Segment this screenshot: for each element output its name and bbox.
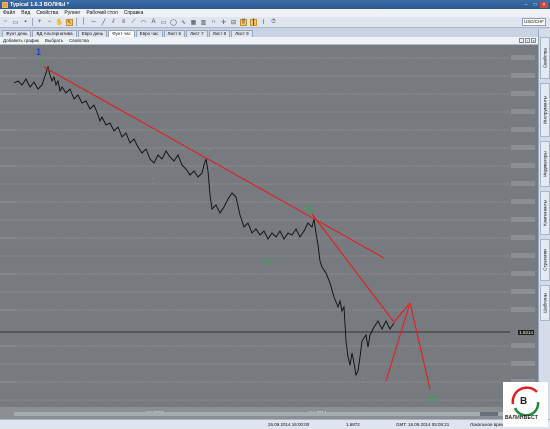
wave-markers: ◦ ◦ ◦ ◦ [152,147,410,382]
svg-text:◦: ◦ [208,147,210,153]
grid-icon[interactable]: ▦ [190,19,197,26]
fan-icon[interactable]: ⟋ [130,19,137,26]
ruler-icon[interactable]: ⊟ [230,19,237,26]
cursor-icon[interactable]: ↖ [66,18,73,26]
menu-desktop[interactable]: Рабочий стол [86,10,117,16]
select-button[interactable]: Выбрать [45,38,63,43]
vertical-line-icon[interactable]: │ [80,19,87,26]
tab-2[interactable]: Евро день [77,30,108,37]
wave-label-1: 1 [36,47,41,57]
text-icon[interactable]: A [150,19,157,26]
toolbar-divider [76,18,77,26]
status-datetime: 26.09.2014 16:00:00 [268,422,310,427]
tab-5[interactable]: Лист 6 [163,30,186,37]
crosshair-icon[interactable]: ✛ [220,19,227,26]
svg-text:◦: ◦ [152,176,154,182]
right-price-scale [511,55,535,402]
chart-scrollbar[interactable] [14,412,509,416]
line-chart-icon[interactable]: ⌇ [260,19,267,26]
tab-0[interactable]: Фунт день [2,30,32,37]
sidebar-tab-components[interactable]: Компоненты [540,191,550,235]
maximize-icon[interactable]: □ [531,2,539,8]
svg-text:◦: ◦ [408,303,410,309]
status-gmt: GMT: 16.09.2014 05:05:21 [396,422,450,427]
layout-icon[interactable]: ▥ [200,19,207,26]
svg-text:◦: ◦ [362,376,364,382]
svg-text:B: B [520,396,527,407]
close-chart-icon[interactable]: × [531,38,536,43]
candle-icon[interactable]: ┃ [250,18,257,26]
title-bar: Typical 1.6.3 BOЛHЫ * – □ × [0,0,550,9]
chart-canvas[interactable]: ◦ ◦ ◦ ◦ 1 5 2/B 1/A 3/C авг 2014 сен 201… [0,45,538,419]
restore-chart-icon[interactable]: ▫ [525,38,530,43]
open-icon[interactable]: ▭ [12,19,19,26]
logo-mark-icon: B [511,386,540,417]
bar-chart-icon[interactable]: ⫼ [240,18,247,26]
menu-view[interactable]: Вид [21,10,30,16]
menu-file[interactable]: Файл [3,10,15,16]
symbol-select[interactable]: USD/CHF [522,18,546,26]
horizontal-line-icon[interactable]: ─ [90,19,97,26]
app-icon [2,1,8,8]
status-bar: 26.09.2014 16:00:00 1.6872 GMT: 16.09.20… [0,419,550,429]
tab-4[interactable]: Евро час [135,30,163,37]
projection-up [385,302,411,382]
close-icon[interactable]: × [540,1,548,8]
sidebar-tab-tools[interactable]: Инструменты [540,83,550,137]
sidebar-tab-strategies[interactable]: Стратегии [540,239,550,281]
price-series [13,65,395,377]
price-chart[interactable]: ◦ ◦ ◦ ◦ 1 5 2/B 1/A 3/C авг 2014 сен 201… [0,45,538,419]
menu-ruling[interactable]: Рулинг [64,10,80,16]
zoom-in-icon[interactable]: + [36,19,43,26]
save-icon[interactable]: ▪ [22,19,29,26]
window-title: Typical 1.6.3 BOЛHЫ * [10,1,69,8]
sidebar-tab-indicators[interactable]: Индикаторы [540,141,550,187]
status-price: 1.6872 [346,422,360,427]
trend-lines [43,66,431,390]
wave-label-1a: 1/A [262,258,273,265]
channel-icon[interactable]: ⫽ [110,19,117,26]
channel-line [311,213,395,323]
tab-3[interactable]: Фунт час [108,30,135,37]
logo-text: ВАЛИНВЕСТ [505,415,539,421]
menu-bar: Файл Вид Свойства Рулинг Рабочий стол Сп… [0,9,550,17]
tab-7[interactable]: Лист 8 [208,30,231,37]
ellipse-icon[interactable]: ◯ [170,19,177,26]
properties-button[interactable]: Свойства [69,38,89,43]
trend-line-icon[interactable]: ╱ [100,19,107,26]
brand-logo: B ВАЛИНВЕСТ [503,382,548,427]
zoom-out-icon[interactable]: − [46,19,53,26]
menu-help[interactable]: Справка [124,10,144,16]
wave-label-2b: 2/B [304,206,315,213]
grid-horizontal [0,57,510,401]
sidebar-tab-templates[interactable]: Шаблоны [540,285,550,321]
minimize-chart-icon[interactable]: _ [519,38,524,43]
menu-properties[interactable]: Свойства [36,10,58,16]
sheet-tabs: Фунт день ВД Альтернатива Евро день Фунт ча… [0,29,538,37]
minimize-icon[interactable]: – [522,2,530,8]
tab-6[interactable]: Лист 7 [186,30,208,37]
wave-label-3c: 3/C [428,396,439,403]
wave-icon[interactable]: ∿ [180,19,187,26]
upper-trend-line [43,66,385,259]
magnet-icon[interactable]: ∩ [210,19,217,26]
tab-8[interactable]: Лист 9 [231,30,253,37]
arc-icon[interactable]: ◠ [140,19,147,26]
scrollbar-thumb[interactable] [480,412,498,416]
timeframe-icon[interactable]: ⏱ [270,19,277,26]
chart-toolbar: Добавить график Выбрать Свойства _ ▫ × [0,37,538,45]
sidebar-tab-properties[interactable]: Свойства [540,37,550,79]
add-chart-button[interactable]: Добавить график [3,38,39,43]
fibo-icon[interactable]: ≡ [120,19,127,26]
rectangle-icon[interactable]: ▭ [160,19,167,26]
toolbar: ▫ ▭ ▪ + − ✋ ↖ │ ─ ╱ ⫽ ≡ ⟋ ◠ A ▭ ◯ ∿ ▦ ▥ … [0,17,550,28]
toolbar-divider [32,18,33,26]
right-sidebar: Свойства Инструменты Индикаторы Компонен… [538,29,550,419]
wave-label-5: 5 [40,59,44,65]
current-price-badge: 1.6214 [518,330,534,335]
tab-1[interactable]: ВД Альтернатива [32,30,77,37]
new-icon[interactable]: ▫ [2,19,9,26]
hand-icon[interactable]: ✋ [56,19,63,26]
